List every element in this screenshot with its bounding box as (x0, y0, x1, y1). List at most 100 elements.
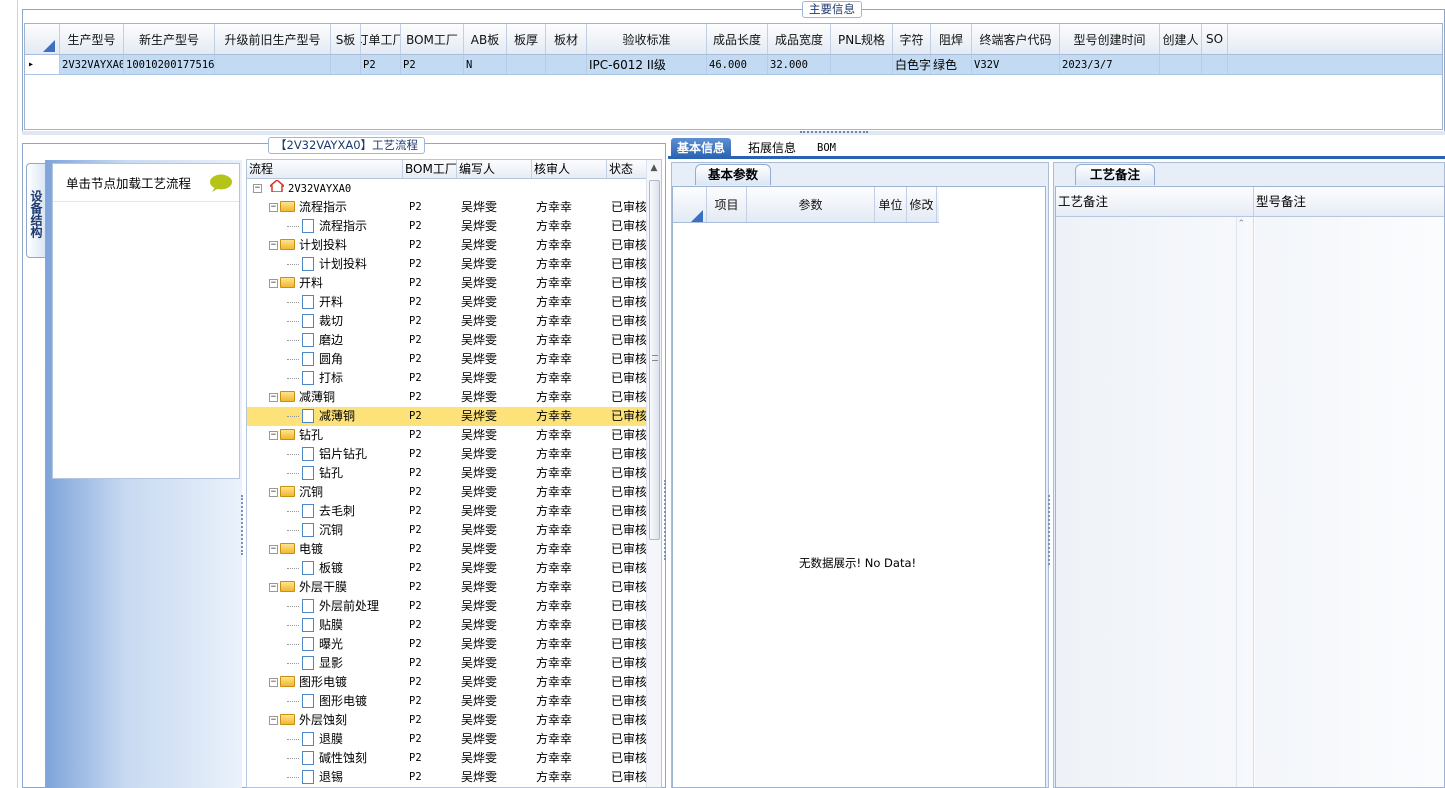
tree-leaf-node[interactable]: 打标 P2 吴烨雯 方幸幸 已审核 (247, 369, 661, 388)
main-cell[interactable]: 白色字符 (893, 55, 931, 74)
scroll-thumb[interactable] (649, 180, 660, 540)
tree-group-node[interactable]: − 计划投料 P2 吴烨雯 方幸幸 已审核 (247, 236, 661, 255)
main-cell[interactable] (331, 55, 361, 74)
tree-group-node[interactable]: − 流程指示 P2 吴烨雯 方幸幸 已审核 (247, 198, 661, 217)
load-hint-box[interactable]: 单击节点加载工艺流程 (52, 163, 240, 479)
side-tab-equipment[interactable]: 设备结构 (26, 163, 46, 258)
main-col-header[interactable]: 阻焊 (931, 24, 972, 54)
top-splitter-grip[interactable] (800, 131, 868, 137)
collapse-icon[interactable]: − (253, 183, 262, 193)
tree-group-node[interactable]: − 减薄铜 P2 吴烨雯 方幸幸 已审核 (247, 388, 661, 407)
collapse-icon[interactable]: − (269, 241, 278, 250)
main-cell[interactable]: 46.000 (707, 55, 768, 74)
scroll-up-icon[interactable]: ▲ (647, 160, 661, 176)
main-cell[interactable]: 绿色 (931, 55, 972, 74)
main-cell[interactable]: N (464, 55, 507, 74)
main-cell[interactable] (1160, 55, 1202, 74)
main-col-header[interactable]: 字符 (893, 24, 931, 54)
tree-leaf-node[interactable]: 圆角 P2 吴烨雯 方幸幸 已审核 (247, 350, 661, 369)
collapse-icon[interactable]: − (269, 545, 278, 554)
main-cell[interactable]: 32.000 (768, 55, 831, 74)
process-remark-area[interactable]: ⌃ (1056, 217, 1254, 787)
main-cell[interactable]: P2 (361, 55, 401, 74)
main-col-header[interactable]: 终端客户代码 (972, 24, 1060, 54)
tree-leaf-node[interactable]: 去毛刺 P2 吴烨雯 方幸幸 已审核 (247, 502, 661, 521)
tree-leaf-node[interactable]: 流程指示 P2 吴烨雯 方幸幸 已审核 (247, 217, 661, 236)
main-col-header[interactable]: S板 (331, 24, 361, 54)
row-indicator-icon[interactable]: ▸ (25, 55, 60, 74)
tree-col-header[interactable]: BOM工厂 (403, 160, 457, 178)
main-cell[interactable] (831, 55, 893, 74)
main-col-header[interactable]: 型号创建时间 (1060, 24, 1160, 54)
main-col-header[interactable]: SO (1202, 24, 1228, 54)
main-cell[interactable]: 2V32VAYXA0 (60, 55, 124, 74)
vertical-splitter[interactable] (664, 480, 668, 560)
collapse-icon[interactable]: − (269, 203, 278, 212)
params-corner-cell[interactable] (673, 187, 707, 222)
tree-leaf-node[interactable]: 板镀 P2 吴烨雯 方幸幸 已审核 (247, 559, 661, 578)
grid-corner-cell[interactable] (25, 24, 60, 54)
tree-col-header[interactable]: 流程 (247, 160, 403, 178)
tree-col-header[interactable]: 状态 (607, 160, 647, 178)
tree-leaf-node[interactable]: 退膜 P2 吴烨雯 方幸幸 已审核 (247, 730, 661, 749)
tree-group-node[interactable]: − 沉铜 P2 吴烨雯 方幸幸 已审核 (247, 483, 661, 502)
tree-leaf-node[interactable]: 贴膜 P2 吴烨雯 方幸幸 已审核 (247, 616, 661, 635)
tree-group-node[interactable]: − 钻孔 P2 吴烨雯 方幸幸 已审核 (247, 426, 661, 445)
main-cell[interactable]: P2 (401, 55, 464, 74)
tree-group-node[interactable]: − 外层干膜 P2 吴烨雯 方幸幸 已审核 (247, 578, 661, 597)
main-col-header[interactable]: PNL规格 (831, 24, 893, 54)
tree-leaf-node[interactable]: 铝片钻孔 P2 吴烨雯 方幸幸 已审核 (247, 445, 661, 464)
main-cell[interactable] (215, 55, 331, 74)
collapse-icon[interactable]: − (269, 393, 278, 402)
collapse-icon[interactable]: − (269, 678, 278, 687)
tab-basic-params[interactable]: 基本参数 (695, 164, 771, 185)
main-col-header[interactable]: 板厚 (507, 24, 546, 54)
remark-scroll-up-icon[interactable]: ⌃ (1237, 219, 1245, 229)
main-col-header[interactable]: 创建人 (1160, 24, 1202, 54)
tree-col-header[interactable]: 核审人 (532, 160, 607, 178)
main-col-header[interactable]: 验收标准 (587, 24, 707, 54)
nav-panel-splitter[interactable] (241, 495, 245, 555)
main-col-header[interactable]: AB板 (464, 24, 507, 54)
model-remark-column-header[interactable]: 型号备注 (1254, 187, 1444, 216)
tab-basic-info[interactable]: 基本信息 (671, 138, 732, 158)
middle-splitter[interactable] (1048, 495, 1052, 565)
tree-col-header[interactable]: 编写人 (457, 160, 532, 178)
tree-leaf-node[interactable]: 计划投料 P2 吴烨雯 方幸幸 已审核 (247, 255, 661, 274)
params-col-header[interactable]: 参数 (747, 187, 875, 222)
main-cell[interactable] (1202, 55, 1228, 74)
tree-leaf-node[interactable]: 显影 P2 吴烨雯 方幸幸 已审核 (247, 654, 661, 673)
main-col-header[interactable]: 成品长度 (707, 24, 768, 54)
tree-group-node[interactable]: − 开料 P2 吴烨雯 方幸幸 已审核 (247, 274, 661, 293)
collapse-icon[interactable]: − (269, 716, 278, 725)
tree-leaf-node[interactable]: 碱性蚀刻 P2 吴烨雯 方幸幸 已审核 (247, 749, 661, 768)
collapse-icon[interactable]: − (269, 279, 278, 288)
tab-bom[interactable]: BOM (811, 138, 842, 158)
params-col-header[interactable]: 单位 (875, 187, 907, 222)
tree-leaf-node[interactable]: 磨边 P2 吴烨雯 方幸幸 已审核 (247, 331, 661, 350)
main-col-header[interactable]: 升级前旧生产型号 (215, 24, 331, 54)
main-col-header[interactable]: 新生产型号 (124, 24, 215, 54)
tree-leaf-node[interactable]: 钻孔 P2 吴烨雯 方幸幸 已审核 (247, 464, 661, 483)
tree-group-node[interactable]: − 外层蚀刻 P2 吴烨雯 方幸幸 已审核 (247, 711, 661, 730)
tree-leaf-node[interactable]: 曝光 P2 吴烨雯 方幸幸 已审核 (247, 635, 661, 654)
params-col-header[interactable]: 项目 (707, 187, 747, 222)
main-cell[interactable]: 10010200177516 (124, 55, 215, 74)
process-remark-column-header[interactable]: 工艺备注 (1056, 187, 1254, 216)
tree-root-node[interactable]: − 2V32VAYXA0 (247, 179, 661, 198)
main-col-header[interactable]: 生产型号 (60, 24, 124, 54)
tree-leaf-node[interactable]: 外层前处理 P2 吴烨雯 方幸幸 已审核 (247, 597, 661, 616)
collapse-icon[interactable]: − (269, 583, 278, 592)
tree-leaf-node[interactable]: 开料 P2 吴烨雯 方幸幸 已审核 (247, 293, 661, 312)
main-cell[interactable] (546, 55, 587, 74)
main-cell[interactable] (507, 55, 546, 74)
horizontal-splitter[interactable] (22, 131, 1445, 135)
collapse-icon[interactable]: − (269, 431, 278, 440)
tree-leaf-node[interactable]: 裁切 P2 吴烨雯 方幸幸 已审核 (247, 312, 661, 331)
main-col-header[interactable]: 成品宽度 (768, 24, 831, 54)
tab-extended-info[interactable]: 拓展信息 (742, 138, 802, 158)
tab-process-remarks[interactable]: 工艺备注 (1075, 164, 1155, 185)
tree-leaf-node[interactable]: 退锡 P2 吴烨雯 方幸幸 已审核 (247, 768, 661, 787)
main-col-header[interactable]: 订单工厂 (361, 24, 401, 54)
main-col-header[interactable]: BOM工厂 (401, 24, 464, 54)
